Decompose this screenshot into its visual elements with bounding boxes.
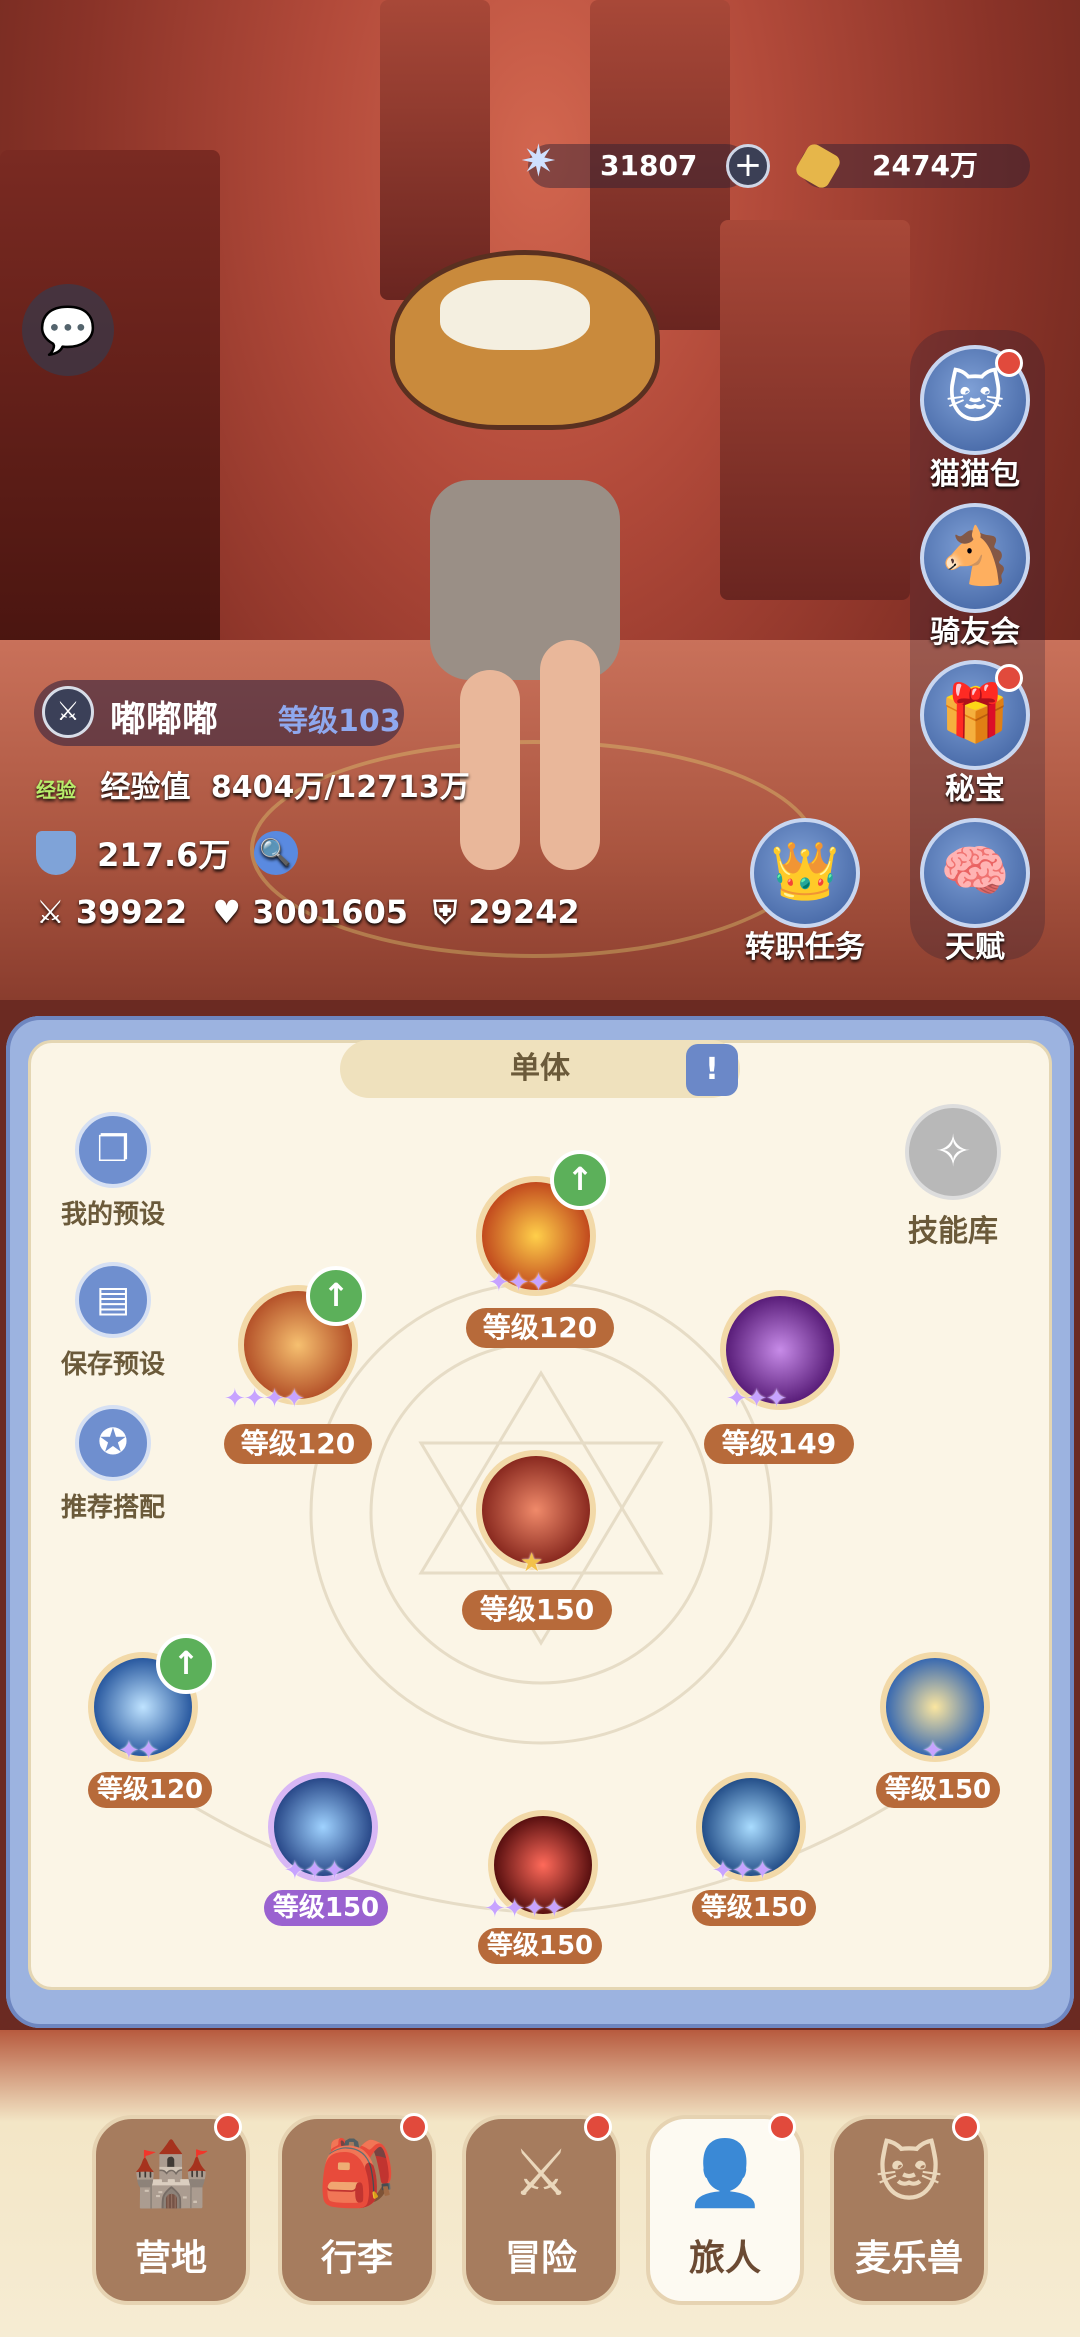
gem-icon: ✷	[520, 136, 557, 187]
combat-stats-row: ⚔ 39922 ♥ 3001605 ⛨ 29242	[36, 893, 580, 932]
side-menu-treasure[interactable]: 🎁 秘宝	[915, 660, 1035, 808]
shield-badge-icon	[36, 831, 76, 875]
class-emblem-icon: ⚔	[42, 686, 94, 738]
hp-value: 3001605	[252, 893, 408, 931]
gold-counter: 2474万	[793, 141, 1030, 191]
nav-tab-mailebeast[interactable]: 🐱 麦乐兽	[830, 2113, 988, 2305]
upgrade-arrow-icon[interactable]: ↑	[156, 1634, 216, 1694]
upgrade-arrow-icon[interactable]: ↑	[306, 1266, 366, 1326]
power-detail-button[interactable]: 🔍	[253, 831, 298, 875]
add-gems-button[interactable]: +	[726, 144, 770, 188]
chat-bubble-icon: 💬	[39, 303, 97, 357]
upgrade-arrow-icon[interactable]: ↑	[550, 1150, 610, 1210]
player-name: 嘟嘟嘟	[110, 699, 219, 740]
exp-value: 8404万/12713万	[210, 770, 470, 805]
defense-icon: ⛨	[433, 893, 458, 931]
player-name-bar[interactable]: ⚔ 嘟嘟嘟 等级103	[34, 680, 404, 746]
skill-library-icon: ✧	[905, 1104, 1001, 1200]
attack-value: 39922	[75, 893, 188, 931]
talent-button[interactable]: 🧠 天赋	[915, 818, 1035, 966]
exp-row: 经验 经验值 8404万/12713万	[36, 770, 470, 805]
skill-info-button[interactable]: !	[686, 1044, 738, 1096]
power-value: 217.6万	[97, 836, 231, 874]
gems-counter: ✷ 31807	[520, 140, 748, 188]
save-disk-icon: ▤	[75, 1262, 151, 1338]
nav-tab-traveler[interactable]: 👤 旅人	[646, 2113, 804, 2305]
save-preset-button[interactable]: ▤ 保存预设	[38, 1262, 188, 1381]
player-level: 等级103	[278, 704, 401, 739]
side-menu-cat-bag[interactable]: 🐱 猫猫包	[915, 345, 1035, 493]
horse-icon: 🐴	[920, 503, 1030, 613]
nav-tab-adventure[interactable]: ⚔ 冒险	[462, 2113, 620, 2305]
side-menu-riders-club[interactable]: 🐴 骑友会	[915, 503, 1035, 651]
skill-mode-selector[interactable]: 单体	[340, 1040, 740, 1098]
notification-dot	[995, 349, 1023, 377]
skill-library-button[interactable]: ✧ 技能库	[878, 1104, 1028, 1250]
combo-icon: ✪	[75, 1405, 151, 1481]
head-gear-icon: 🧠	[920, 818, 1030, 928]
notification-dot	[214, 2113, 242, 2141]
crown-icon: 👑	[750, 818, 860, 928]
notification-dot	[768, 2113, 796, 2141]
notification-dot	[995, 664, 1023, 692]
power-row: 217.6万 🔍	[36, 830, 298, 876]
chat-button[interactable]: 💬	[22, 284, 114, 376]
notification-dot	[584, 2113, 612, 2141]
job-change-quest-button[interactable]: 👑 转职任务	[745, 818, 865, 966]
defense-value: 29242	[468, 893, 580, 931]
my-presets-button[interactable]: ❐ 我的预设	[38, 1112, 188, 1231]
recommended-combo-button[interactable]: ✪ 推荐搭配	[38, 1405, 188, 1524]
attack-icon: ⚔	[36, 893, 65, 931]
cards-icon: ❐	[75, 1112, 151, 1188]
notification-dot	[952, 2113, 980, 2141]
nav-tab-camp[interactable]: 🏰 营地	[92, 2113, 250, 2305]
notification-dot	[400, 2113, 428, 2141]
hp-icon: ♥	[212, 893, 241, 931]
nav-tab-luggage[interactable]: 🎒 行李	[278, 2113, 436, 2305]
exp-tag: 经验	[36, 778, 76, 802]
